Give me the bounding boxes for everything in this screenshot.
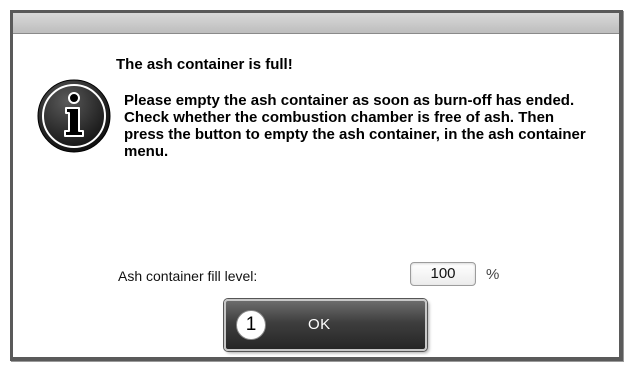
info-icon [36,78,112,154]
title-bar [13,13,619,34]
ok-button-label: OK [308,316,331,333]
dialog-window: The ash container is full! Please empty … [10,10,623,361]
button-number-badge: 1 [236,310,266,340]
fill-level-unit: % [486,266,500,283]
fill-level-label: Ash container fill level: [118,268,258,284]
ok-button[interactable]: 1 OK [224,299,427,351]
dialog-message: Please empty the ash container as soon a… [124,92,586,160]
fill-level-value: 100 [410,262,476,286]
dialog-heading: The ash container is full! [116,56,293,73]
